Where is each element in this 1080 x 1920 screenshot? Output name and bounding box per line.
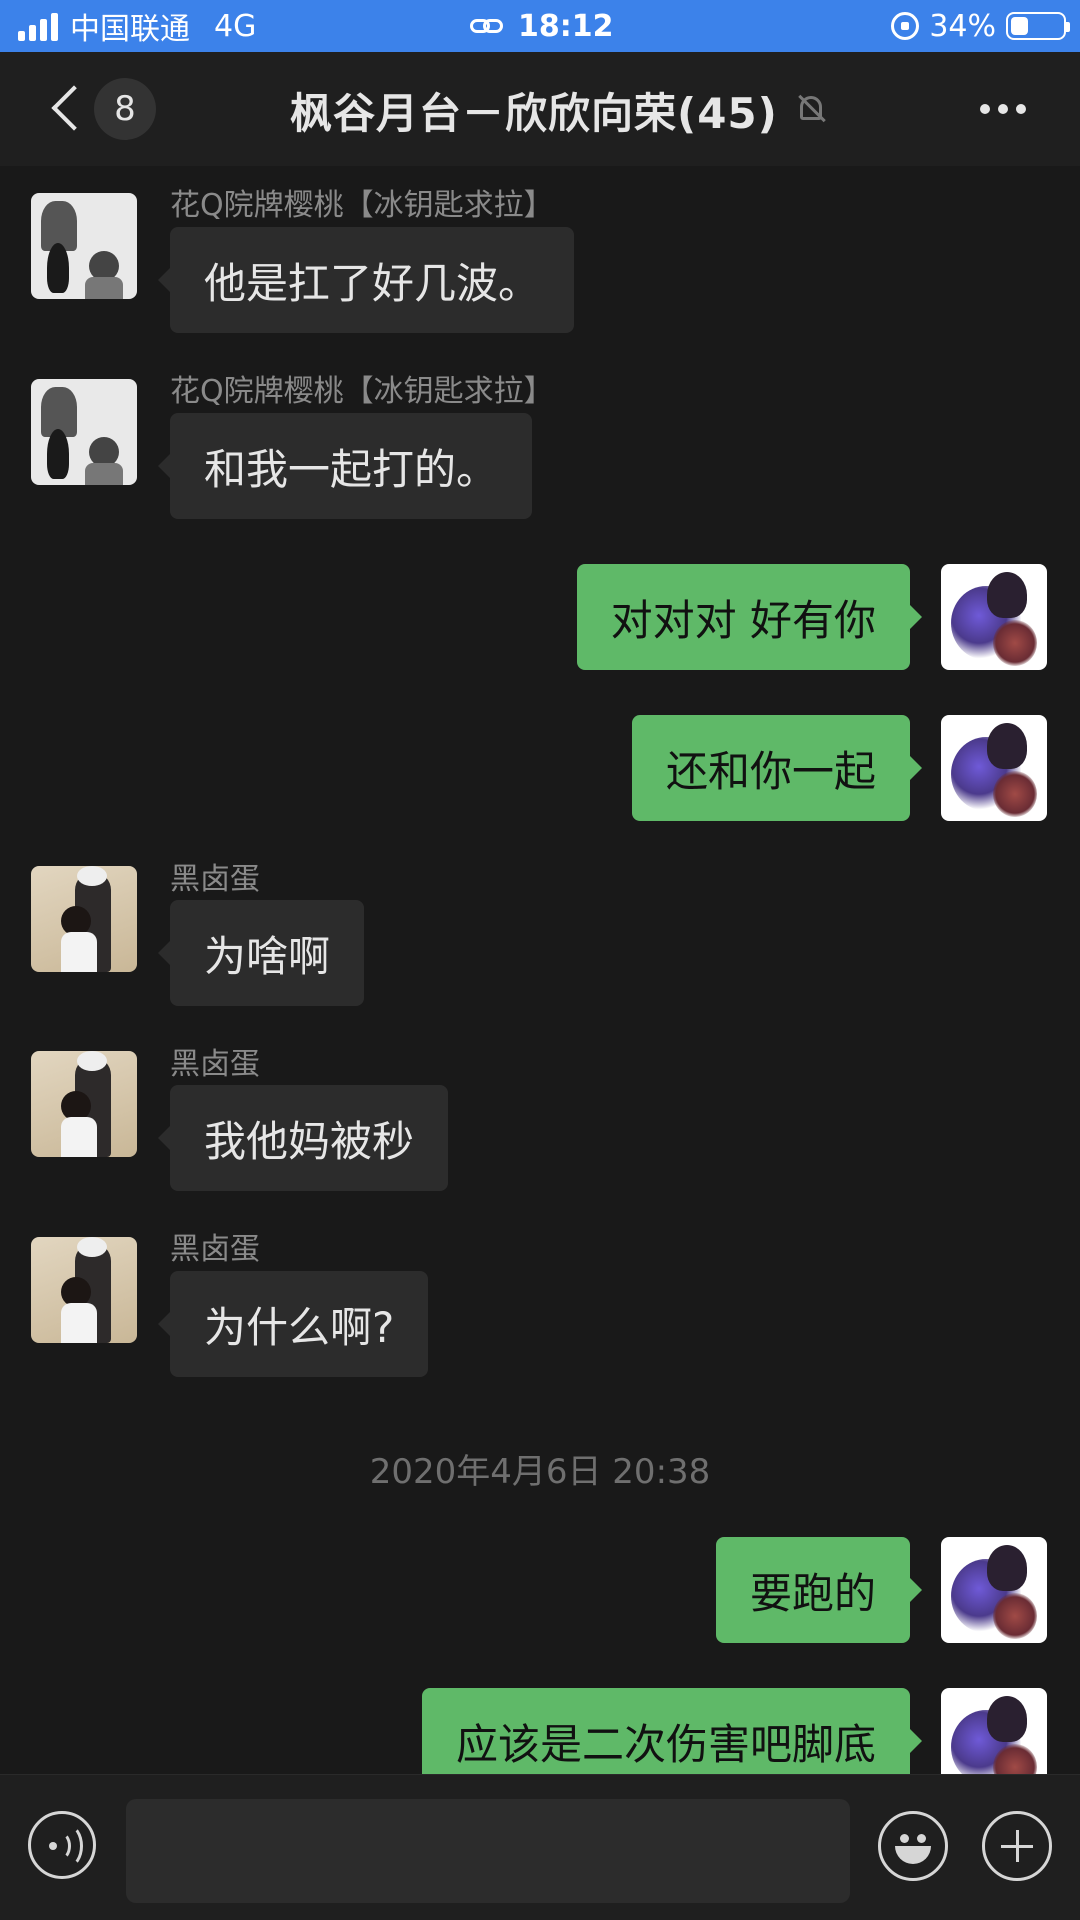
sender-name: 花Q院牌樱桃【冰钥匙求拉】 <box>170 188 554 223</box>
signal-icon <box>18 11 58 41</box>
message-bubble[interactable]: 我他妈被秒 <box>157 1085 449 1191</box>
message-bubble[interactable]: 为什么啊? <box>157 1271 429 1377</box>
carrier-label: 中国联通 <box>70 12 190 47</box>
sender-name: 花Q院牌樱桃【冰钥匙求拉】 <box>170 374 554 409</box>
message-bubble[interactable]: 他是扛了好几波。 <box>157 227 575 333</box>
message-list[interactable]: 花Q院牌樱桃【冰钥匙求拉】 他是扛了好几波。 花Q院牌樱桃【冰钥匙求拉】 和我一… <box>0 166 1080 1774</box>
sender-avatar[interactable] <box>31 1237 137 1343</box>
emoji-icon[interactable] <box>878 1811 948 1881</box>
back-icon[interactable] <box>48 82 88 136</box>
message-input[interactable] <box>126 1799 850 1903</box>
self-avatar[interactable] <box>941 1688 1047 1774</box>
chat-header: 8 枫谷月台－欣欣向荣(45) <box>0 52 1080 166</box>
sender-avatar[interactable] <box>31 866 137 972</box>
input-bar <box>0 1774 1080 1920</box>
timestamp-divider: 2020年4月6日 20:38 <box>369 1452 711 1492</box>
more-icon[interactable] <box>980 104 1026 114</box>
rotation-lock-icon <box>891 12 920 40</box>
message-bubble[interactable]: 还和你一起 <box>631 715 923 821</box>
network-label: 4G <box>214 8 257 44</box>
self-avatar[interactable] <box>941 564 1047 670</box>
sender-avatar[interactable] <box>31 193 137 299</box>
sender-name: 黑卤蛋 <box>170 1232 260 1267</box>
chat-title: 枫谷月台－欣欣向荣(45) <box>290 89 778 138</box>
sender-name: 黑卤蛋 <box>170 1047 260 1082</box>
mute-icon <box>796 92 826 126</box>
unread-count-badge[interactable]: 8 <box>94 78 156 140</box>
status-bar: 中国联通 4G 18:12 34% <box>0 0 1080 52</box>
battery-percent: 34% <box>929 8 996 44</box>
clock: 18:12 <box>518 8 614 44</box>
message-bubble[interactable]: 对对对 好有你 <box>576 564 923 670</box>
sender-avatar[interactable] <box>31 379 137 485</box>
battery-icon <box>1006 12 1070 40</box>
self-avatar[interactable] <box>941 1537 1047 1643</box>
sender-avatar[interactable] <box>31 1051 137 1157</box>
sender-name: 黑卤蛋 <box>170 862 260 897</box>
self-avatar[interactable] <box>941 715 1047 821</box>
link-icon <box>470 16 504 36</box>
message-bubble[interactable]: 为啥啊 <box>157 900 365 1006</box>
message-bubble[interactable]: 要跑的 <box>715 1537 923 1643</box>
battery-level <box>1011 17 1028 35</box>
message-bubble[interactable]: 和我一起打的。 <box>157 413 533 519</box>
voice-icon[interactable] <box>28 1811 96 1879</box>
message-bubble[interactable]: 应该是二次伤害吧脚底 <box>421 1688 923 1774</box>
plus-icon[interactable] <box>982 1811 1052 1881</box>
